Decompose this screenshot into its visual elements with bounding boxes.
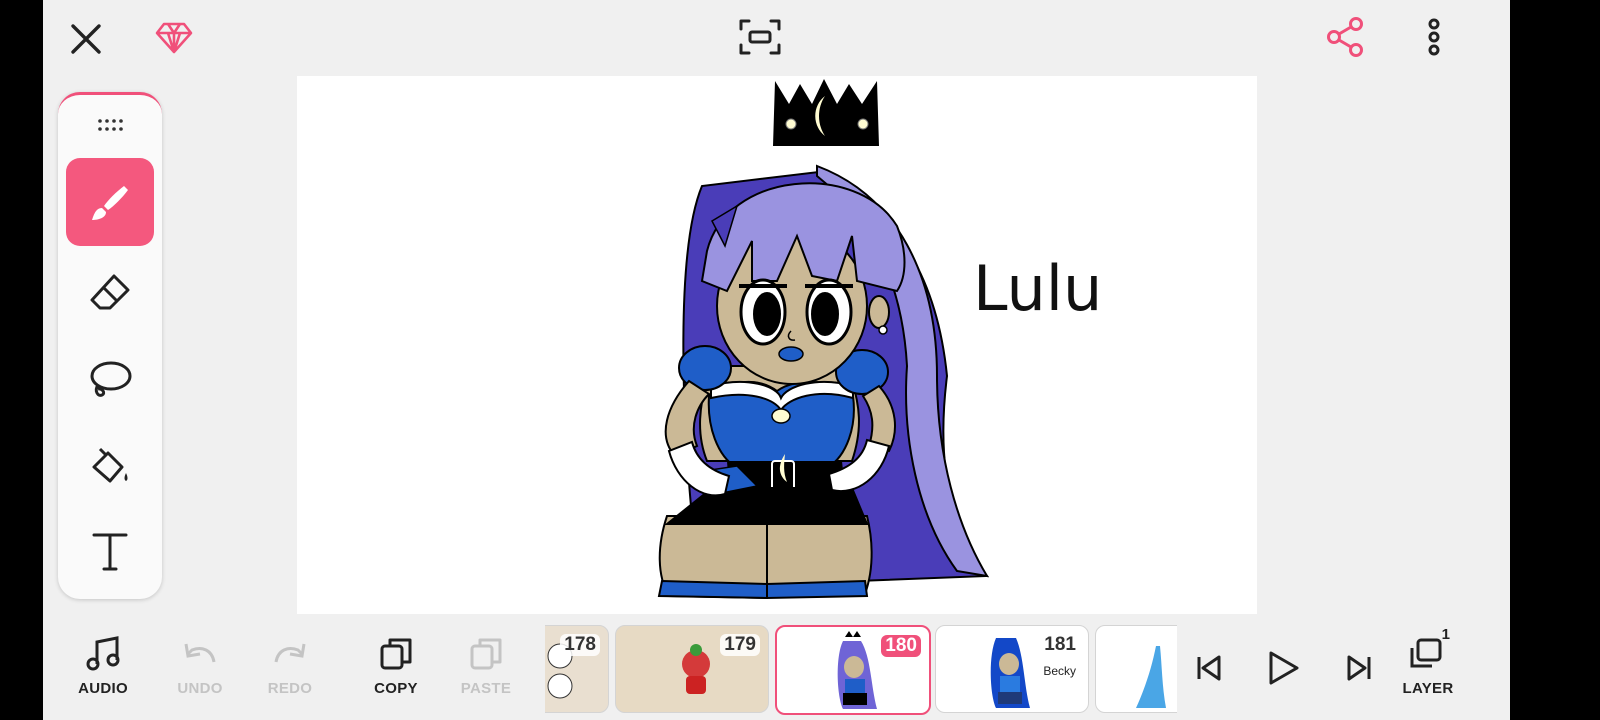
audio-label: AUDIO xyxy=(78,680,128,697)
drag-handle[interactable] xyxy=(96,115,124,135)
eraser-tool[interactable] xyxy=(66,248,154,336)
more-vertical-icon xyxy=(1428,18,1440,56)
frame-178[interactable]: 178 xyxy=(545,625,609,713)
redo-button[interactable]: REDO xyxy=(250,634,330,714)
skip-back-icon xyxy=(1197,655,1221,681)
share-button[interactable] xyxy=(1325,16,1367,58)
drawing-canvas[interactable]: Lulu xyxy=(297,76,1257,614)
more-menu-button[interactable] xyxy=(1421,16,1447,58)
frame-number: 181 xyxy=(1040,634,1080,656)
skip-forward-icon xyxy=(1347,655,1371,681)
tool-panel xyxy=(58,92,162,599)
fullscreen-button[interactable] xyxy=(737,16,783,58)
frame-strip[interactable]: 178 179 180 181 Becky xyxy=(545,622,1177,716)
eraser-icon xyxy=(90,274,130,310)
undo-button[interactable]: UNDO xyxy=(160,634,240,714)
app-window: Lulu AUDIO UNDO REDO COPY PASTE 178 179 … xyxy=(43,0,1510,720)
paint-bucket-icon xyxy=(92,447,128,483)
copy-label: COPY xyxy=(374,680,418,697)
first-frame-button[interactable] xyxy=(1193,652,1225,684)
bottom-bar: AUDIO UNDO REDO COPY PASTE 178 179 180 1… xyxy=(43,614,1510,720)
brush-tool[interactable] xyxy=(66,158,154,246)
fill-tool[interactable] xyxy=(66,423,154,511)
premium-button[interactable] xyxy=(153,16,195,58)
layer-label: LAYER xyxy=(1402,680,1454,697)
layer-count: 1 xyxy=(1441,626,1450,643)
frame-179[interactable]: 179 xyxy=(615,625,769,713)
text-icon xyxy=(92,533,128,571)
close-icon xyxy=(71,24,101,54)
redo-label: REDO xyxy=(267,680,313,697)
frame-number: 178 xyxy=(560,634,600,656)
close-button[interactable] xyxy=(65,18,107,60)
frame-thumbnail xyxy=(1136,646,1166,708)
lasso-tool[interactable] xyxy=(66,335,154,423)
play-button[interactable] xyxy=(1263,648,1303,688)
layer-button[interactable]: 1 LAYER xyxy=(1388,626,1468,714)
paste-label: PASTE xyxy=(460,680,512,697)
copy-button[interactable]: COPY xyxy=(356,634,436,714)
undo-label: UNDO xyxy=(177,680,223,697)
music-note-icon xyxy=(86,636,120,671)
audio-button[interactable]: AUDIO xyxy=(63,634,143,714)
brush-icon xyxy=(92,186,128,220)
text-tool[interactable] xyxy=(66,507,154,595)
frame-subtitle: Becky xyxy=(1043,664,1076,678)
canvas-caption: Lulu xyxy=(973,252,1103,325)
frame-number: 179 xyxy=(720,634,760,656)
share-icon xyxy=(1327,17,1363,57)
diamond-icon xyxy=(155,22,193,54)
paste-icon xyxy=(470,638,502,670)
fullscreen-icon xyxy=(739,19,781,55)
character-drawing xyxy=(657,79,990,600)
drag-handle-icon xyxy=(98,119,123,131)
undo-icon xyxy=(184,643,216,663)
play-icon xyxy=(1269,651,1299,685)
frame-number: 180 xyxy=(881,635,921,657)
frame-182[interactable] xyxy=(1095,625,1177,713)
redo-icon xyxy=(274,643,306,663)
frame-181[interactable]: 181 Becky xyxy=(935,625,1089,713)
last-frame-button[interactable] xyxy=(1343,652,1375,684)
copy-icon xyxy=(380,638,412,670)
paste-button[interactable]: PASTE xyxy=(446,634,526,714)
lasso-icon xyxy=(90,361,132,397)
frame-180[interactable]: 180 xyxy=(775,625,931,715)
